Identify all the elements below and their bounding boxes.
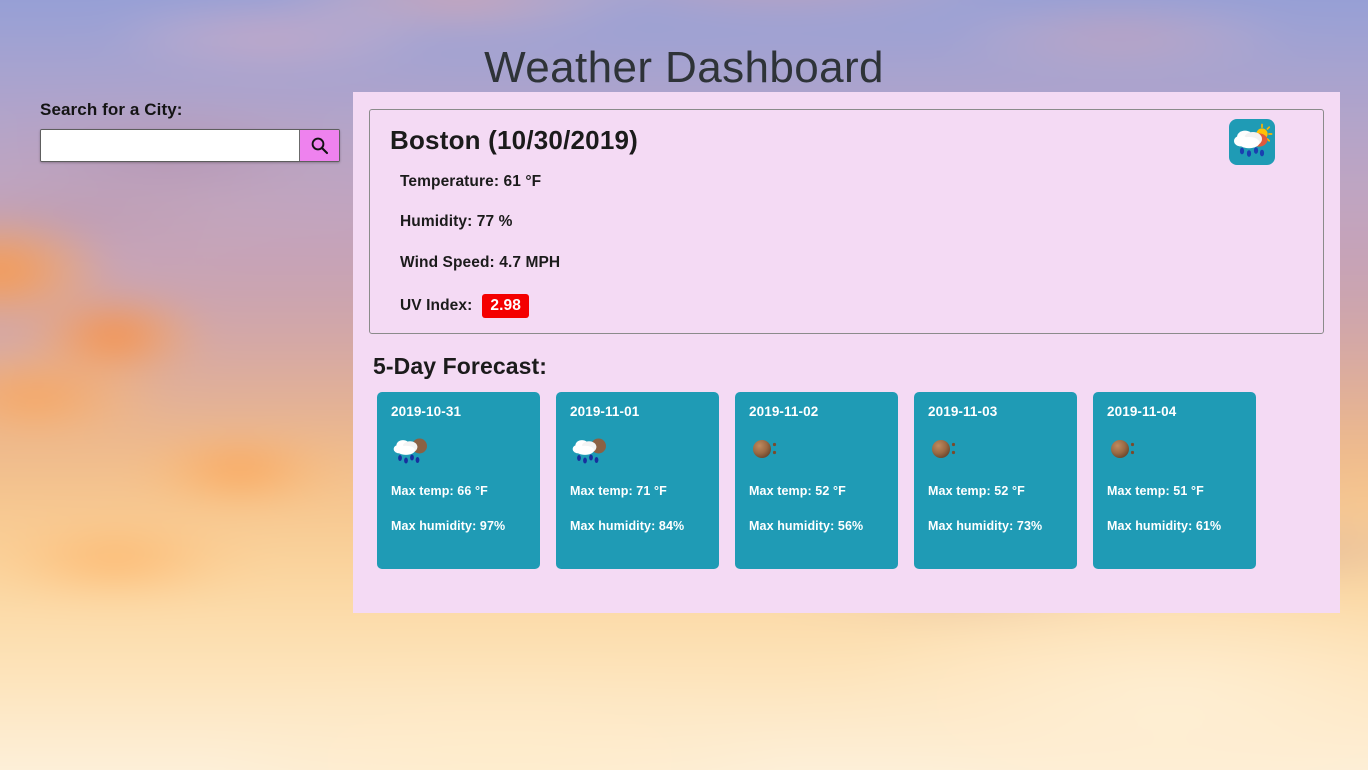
page-title: Weather Dashboard <box>484 43 884 93</box>
forecast-max-temp: Max temp: 66 °F <box>391 483 488 498</box>
forecast-card: 2019-11-04 Max temp: 51 °F Max humidity:… <box>1093 391 1256 569</box>
uv-index-badge: 2.98 <box>482 294 529 319</box>
forecast-max-temp: Max temp: 52 °F <box>928 483 1025 498</box>
forecast-max-humidity: Max humidity: 73% <box>928 518 1043 533</box>
forecast-date: 2019-11-03 <box>928 403 998 419</box>
search-bar <box>40 129 340 162</box>
uv-index-row: UV Index: 2.98 <box>400 294 1303 319</box>
search-button[interactable] <box>299 130 339 161</box>
forecast-date: 2019-11-01 <box>570 403 640 419</box>
uv-index-label: UV Index: <box>400 297 473 314</box>
brown-sphere-icon <box>1107 434 1147 468</box>
current-city-heading: Boston (10/30/2019) <box>390 125 639 155</box>
forecast-max-humidity: Max humidity: 97% <box>391 518 506 533</box>
humidity-value: Humidity: 77 % <box>400 213 513 231</box>
rain-cloud-icon <box>570 434 610 468</box>
search-input[interactable] <box>41 130 299 161</box>
forecast-date: 2019-10-31 <box>391 403 462 419</box>
forecast-max-humidity: Max humidity: 84% <box>570 518 685 533</box>
forecast-max-humidity: Max humidity: 56% <box>749 518 864 533</box>
current-weather-card: Boston (10/30/2019) Temperature: 61 °F H… <box>369 109 1324 334</box>
forecast-card: 2019-11-01 Max temp: 71 °F Max humidity:… <box>556 391 719 569</box>
forecast-row: 2019-10-31 Max temp: 66 °F Max humidity:… <box>377 391 1324 569</box>
rain-cloud-icon <box>391 434 431 468</box>
forecast-max-temp: Max temp: 52 °F <box>749 483 846 498</box>
brown-sphere-icon <box>928 434 968 468</box>
search-label: Search for a City: <box>40 100 183 119</box>
rain-cloud-sun-icon <box>1229 119 1275 165</box>
wind-speed-value: Wind Speed: 4.7 MPH <box>400 253 561 271</box>
forecast-card: 2019-11-02 Max temp: 52 °F Max humidity:… <box>735 391 898 569</box>
brown-sphere-icon <box>749 434 789 468</box>
dashboard-panel: Boston (10/30/2019) Temperature: 61 °F H… <box>353 92 1340 613</box>
forecast-heading: 5-Day Forecast: <box>373 353 548 379</box>
forecast-max-humidity: Max humidity: 61% <box>1107 518 1222 533</box>
forecast-date: 2019-11-02 <box>749 403 819 419</box>
search-icon <box>310 136 329 155</box>
temperature-value: Temperature: 61 °F <box>400 172 542 190</box>
forecast-card: 2019-10-31 Max temp: 66 °F Max humidity:… <box>377 391 540 569</box>
forecast-card: 2019-11-03 Max temp: 52 °F Max humidity:… <box>914 391 1077 569</box>
forecast-date: 2019-11-04 <box>1107 403 1177 419</box>
forecast-max-temp: Max temp: 71 °F <box>570 483 667 498</box>
search-panel: Search for a City: <box>40 100 340 162</box>
forecast-max-temp: Max temp: 51 °F <box>1107 483 1204 498</box>
